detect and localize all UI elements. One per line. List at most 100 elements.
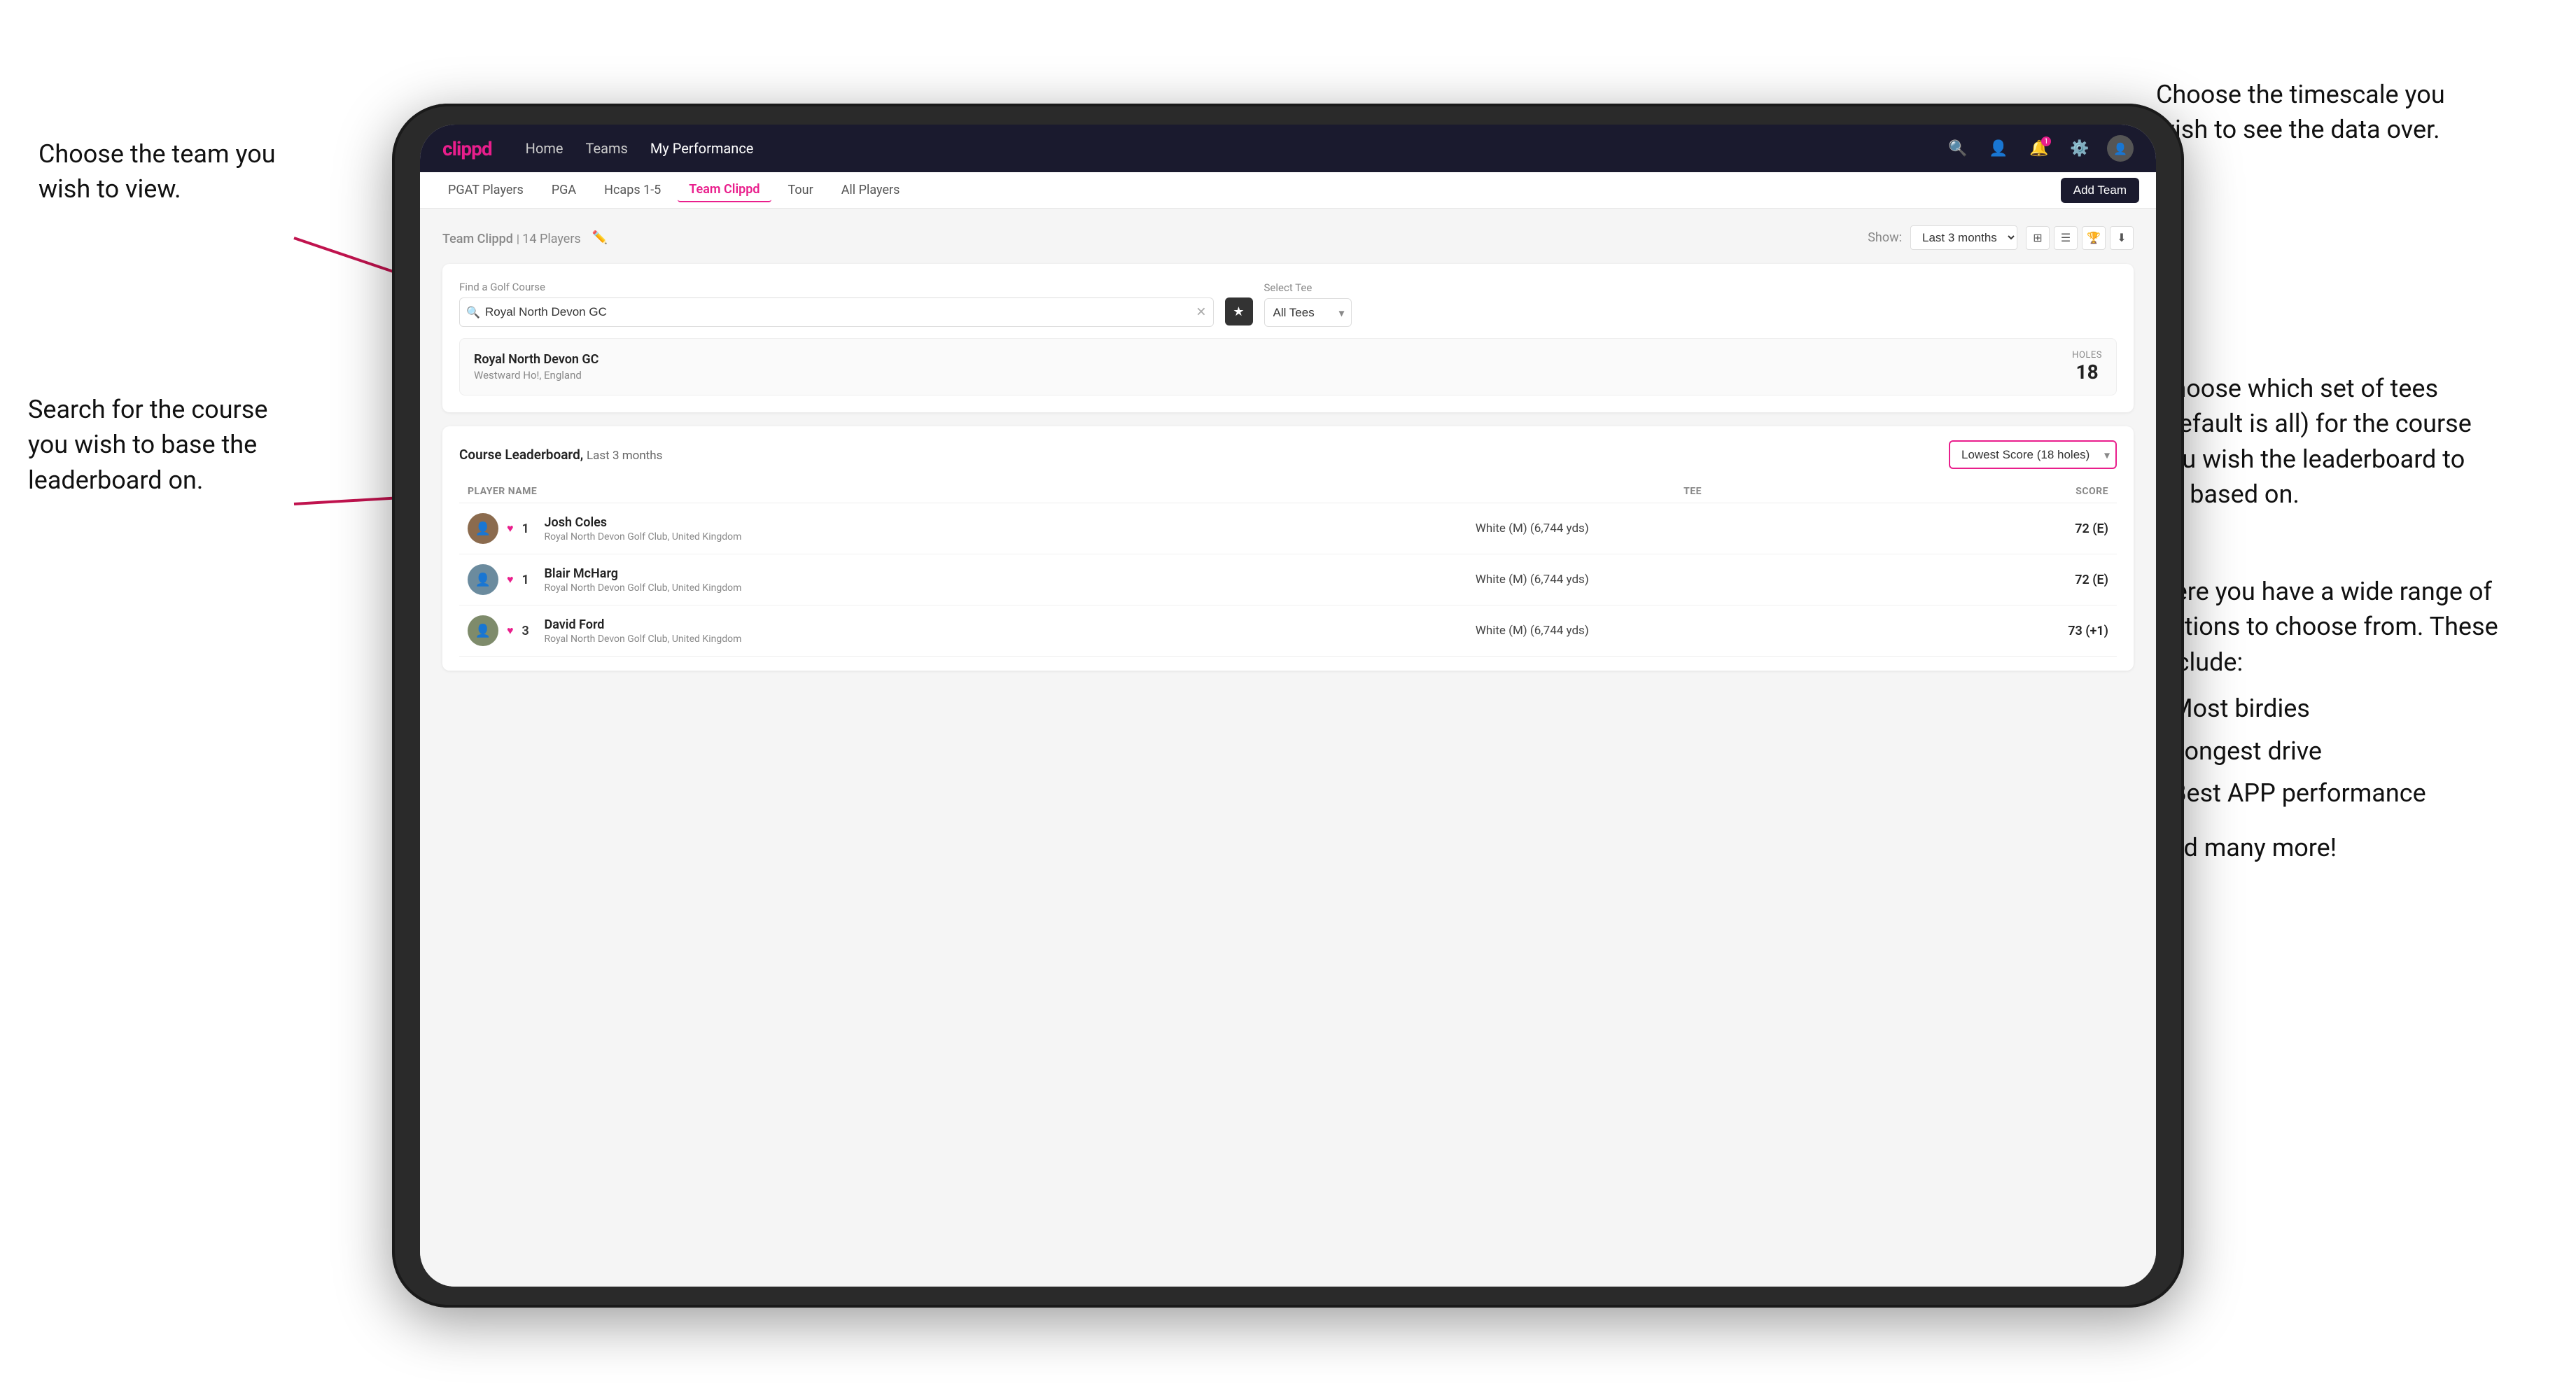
tee-select[interactable]: All Tees White (M) Yellow (M) Red (L)	[1264, 298, 1352, 327]
bullet-1: Most birdies	[2171, 694, 2310, 723]
tee-select-wrap: All Tees White (M) Yellow (M) Red (L) ▾	[1264, 298, 1352, 327]
course-result: Royal North Devon GC Westward Ho!, Engla…	[459, 338, 2117, 396]
course-search-input[interactable]	[459, 298, 1214, 327]
bullet-3: Best APP performance	[2171, 778, 2426, 808]
heart-icon-3[interactable]: ♥	[507, 624, 514, 638]
find-course-label: Find a Golf Course	[459, 281, 1214, 293]
notification-badge: 1	[2041, 136, 2051, 146]
user-avatar[interactable]: 👤	[2107, 135, 2134, 162]
subnav-hcaps[interactable]: Hcaps 1-5	[593, 178, 672, 202]
nav-links: Home Teams My Performance	[526, 140, 1945, 157]
course-finder-grid: Find a Golf Course 🔍 ✕ ★ Select Tee	[459, 281, 2117, 327]
leaderboard-subtitle: Last 3 months	[587, 449, 662, 463]
rank-1: 1	[522, 522, 536, 536]
subnav-pga[interactable]: PGA	[540, 178, 587, 202]
annotation-top-left: Choose the team you wish to view.	[38, 136, 304, 207]
player-cell-3: 👤 ♥ 3 David Ford Royal North Devon Golf …	[459, 606, 1467, 657]
heart-icon-2[interactable]: ♥	[507, 573, 514, 587]
rank-2: 1	[522, 573, 536, 587]
find-course-group: Find a Golf Course 🔍 ✕	[459, 281, 1214, 327]
player-score-3: 73 (+1)	[1918, 606, 2117, 657]
subnav-pgat[interactable]: PGAT Players	[437, 178, 535, 202]
player-info-3: David Ford Royal North Devon Golf Club, …	[545, 617, 742, 645]
add-team-button[interactable]: Add Team	[2061, 178, 2139, 203]
annotation-options-right: Here you have a wide range of options to…	[2156, 574, 2520, 866]
subnav-all-players[interactable]: All Players	[830, 178, 911, 202]
col-score: SCORE	[1918, 480, 2117, 503]
player-avatar-2: 👤	[468, 564, 498, 595]
course-result-name: Royal North Devon GC	[474, 352, 598, 367]
table-row: 👤 ♥ 1 Blair McHarg Royal North Devon Gol…	[459, 554, 2117, 606]
player-row-inner-2: 👤 ♥ 1 Blair McHarg Royal North Devon Gol…	[468, 564, 1459, 595]
leaderboard-header: Course Leaderboard, Last 3 months Lowest…	[459, 440, 2117, 469]
player-avatar-3: 👤	[468, 615, 498, 646]
subnav-tour[interactable]: Tour	[777, 178, 825, 202]
player-row-inner-1: 👤 ♥ 1 Josh Coles Royal North Devon Golf …	[468, 513, 1459, 544]
course-finder: Find a Golf Course 🔍 ✕ ★ Select Tee	[442, 264, 2134, 412]
leaderboard-title-wrap: Course Leaderboard, Last 3 months	[459, 447, 662, 463]
player-cell-2: 👤 ♥ 1 Blair McHarg Royal North Devon Gol…	[459, 554, 1467, 606]
player-name-1: Josh Coles	[545, 515, 742, 530]
player-tee-3: White (M) (6,744 yds)	[1467, 606, 1919, 657]
team-title: Team Clippd | 14 Players	[442, 230, 581, 246]
favorite-btn[interactable]: ★	[1225, 298, 1253, 326]
score-type-select[interactable]: Lowest Score (18 holes) Most Birdies Lon…	[1949, 440, 2117, 469]
score-select-wrap: Lowest Score (18 holes) Most Birdies Lon…	[1949, 440, 2117, 469]
holes-label: Holes	[2072, 350, 2102, 360]
people-icon-btn[interactable]: 👤	[1985, 135, 2012, 162]
player-info-2: Blair McHarg Royal North Devon Golf Club…	[545, 566, 742, 594]
select-tee-label: Select Tee	[1264, 281, 1352, 294]
player-name-3: David Ford	[545, 617, 742, 632]
tablet-screen: clippd Home Teams My Performance 🔍 👤 🔔 1…	[420, 125, 2156, 1287]
view-icons: ⊞ ☰ 🏆 ⬇	[2026, 226, 2134, 250]
tablet-shell: clippd Home Teams My Performance 🔍 👤 🔔 1…	[392, 104, 2184, 1308]
player-avatar-1: 👤	[468, 513, 498, 544]
player-table-body: 👤 ♥ 1 Josh Coles Royal North Devon Golf …	[459, 503, 2117, 657]
search-icon-btn[interactable]: 🔍	[1945, 135, 1971, 162]
annotation-middle-right: Choose which set of tees (default is all…	[2156, 371, 2492, 512]
rank-3: 3	[522, 624, 536, 638]
select-tee-group: Select Tee All Tees White (M) Yellow (M)…	[1264, 281, 1352, 327]
player-club-1: Royal North Devon Golf Club, United King…	[545, 531, 742, 542]
show-select[interactable]: Last 3 months Last 6 months Last year	[1910, 225, 2017, 250]
grid-view-btn[interactable]: ⊞	[2026, 226, 2050, 250]
and-more-text: and many more!	[2156, 830, 2520, 865]
list-view-btn[interactable]: ☰	[2054, 226, 2078, 250]
player-club-2: Royal North Devon Golf Club, United King…	[545, 582, 742, 594]
player-score-2: 72 (E)	[1918, 554, 2117, 606]
player-score-1: 72 (E)	[1918, 503, 2117, 554]
search-input-wrap: 🔍 ✕	[459, 298, 1214, 327]
leaderboard-title: Course Leaderboard, Last 3 months	[459, 447, 662, 463]
annotation-top-right: Choose the timescale you wish to see the…	[2156, 77, 2492, 148]
trophy-view-btn[interactable]: 🏆	[2082, 226, 2106, 250]
nav-icons: 🔍 👤 🔔 1 ⚙️ 👤	[1945, 135, 2134, 162]
nav-my-performance[interactable]: My Performance	[650, 140, 754, 157]
player-tee-2: White (M) (6,744 yds)	[1467, 554, 1919, 606]
settings-icon-btn[interactable]: ⚙️	[2066, 135, 2093, 162]
table-row: 👤 ♥ 3 David Ford Royal North Devon Golf …	[459, 606, 2117, 657]
bullet-2: Longest drive	[2171, 736, 2322, 766]
clear-search-btn[interactable]: ✕	[1196, 305, 1206, 320]
player-cell-1: 👤 ♥ 1 Josh Coles Royal North Devon Golf …	[459, 503, 1467, 554]
bell-icon-btn[interactable]: 🔔 1	[2026, 135, 2052, 162]
player-table: PLAYER NAME TEE SCORE 👤 ♥	[459, 480, 2117, 657]
col-player: PLAYER NAME	[459, 480, 1467, 503]
show-label: Show:	[1868, 230, 1902, 245]
holes-number: 18	[2072, 360, 2102, 384]
subnav-team-clippd[interactable]: Team Clippd	[678, 178, 771, 202]
edit-icon[interactable]: ✏️	[592, 230, 608, 245]
team-header: Team Clippd | 14 Players ✏️ Show: Last 3…	[442, 225, 2134, 250]
heart-icon-1[interactable]: ♥	[507, 522, 514, 536]
team-controls: Show: Last 3 months Last 6 months Last y…	[1868, 225, 2134, 250]
table-header: PLAYER NAME TEE SCORE	[459, 480, 2117, 503]
main-content: Team Clippd | 14 Players ✏️ Show: Last 3…	[420, 209, 2156, 1287]
search-icon: 🔍	[466, 306, 480, 319]
table-row: 👤 ♥ 1 Josh Coles Royal North Devon Golf …	[459, 503, 2117, 554]
player-club-3: Royal North Devon Golf Club, United King…	[545, 634, 742, 645]
subnav: PGAT Players PGA Hcaps 1-5 Team Clippd T…	[420, 172, 2156, 209]
subnav-right: Add Team	[2061, 178, 2139, 203]
holes-box: Holes 18	[2072, 350, 2102, 384]
nav-home[interactable]: Home	[526, 140, 564, 157]
download-view-btn[interactable]: ⬇	[2110, 226, 2134, 250]
nav-teams[interactable]: Teams	[586, 140, 628, 157]
